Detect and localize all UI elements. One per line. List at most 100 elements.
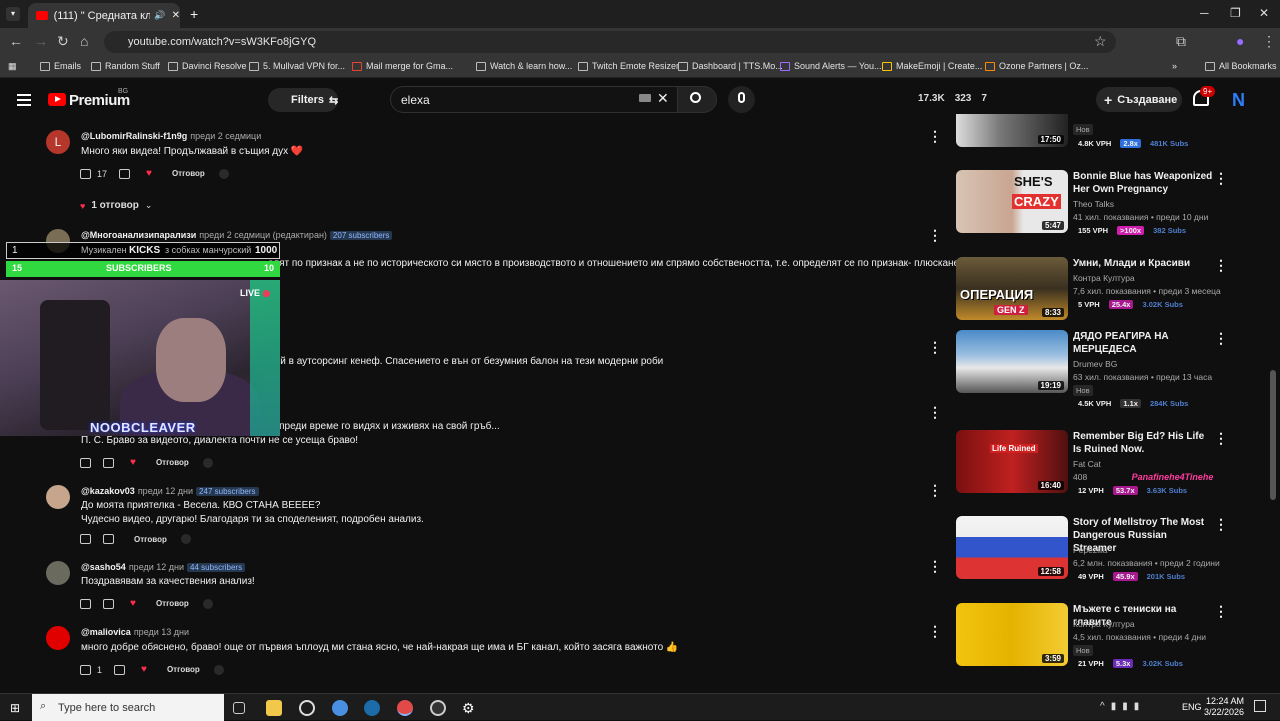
- reload-icon[interactable]: ↻: [57, 33, 69, 50]
- comment-author[interactable]: @LubomirRalinski-f1n9g преди 2 седмици: [81, 131, 261, 141]
- video-menu-icon[interactable]: ⋮: [1214, 257, 1228, 274]
- more-circle-icon[interactable]: [213, 664, 224, 675]
- bookmark-item[interactable]: Emails: [40, 61, 81, 71]
- bookmark-item[interactable]: Ozone Partners | Oz...: [985, 61, 1088, 71]
- video-thumbnail[interactable]: 17:50: [956, 114, 1068, 147]
- minimize-button[interactable]: ─: [1200, 6, 1209, 20]
- reply-button[interactable]: Отговор: [156, 599, 189, 608]
- voice-search-button[interactable]: [728, 86, 755, 113]
- video-title[interactable]: Remember Big Ed? His Life Is Ruined Now.: [1073, 430, 1213, 456]
- video-thumbnail[interactable]: 19:19: [956, 330, 1068, 393]
- related-video[interactable]: 17:50 Нов 4.8K VPH 2.8x 481K Subs: [956, 114, 1256, 154]
- bookmark-item[interactable]: Random Stuff: [91, 61, 160, 71]
- video-menu-icon[interactable]: ⋮: [1214, 430, 1228, 447]
- like-icon[interactable]: [80, 598, 91, 609]
- comment-menu-icon[interactable]: ⋮: [928, 623, 942, 640]
- tab-close-icon[interactable]: ✕: [172, 10, 180, 21]
- reply-button[interactable]: Отговор: [167, 665, 200, 674]
- related-video[interactable]: 3:59 Мъжете с тениски на главите Контра …: [956, 603, 1256, 668]
- video-title[interactable]: Умни, Млади и Красиви: [1073, 257, 1213, 270]
- bookmark-star-icon[interactable]: ☆: [1094, 33, 1107, 50]
- video-thumbnail[interactable]: SHE'S CRAZY 5:47: [956, 170, 1068, 233]
- bookmark-item[interactable]: Sound Alerts — You...: [780, 61, 882, 71]
- page-scrollbar[interactable]: [1270, 370, 1276, 500]
- language-indicator[interactable]: ENG: [1182, 702, 1202, 712]
- chrome-icon[interactable]: [332, 700, 348, 716]
- settings-gear-icon[interactable]: ⚙: [462, 700, 478, 716]
- like-icon[interactable]: [80, 457, 91, 468]
- heart-icon[interactable]: ♥: [141, 664, 147, 675]
- like-icon[interactable]: [80, 534, 91, 544]
- bookmark-item[interactable]: Watch & learn how...: [476, 61, 572, 71]
- dislike-icon[interactable]: [103, 598, 114, 609]
- back-arrow-icon[interactable]: ←: [9, 33, 23, 49]
- filters-button[interactable]: Filters ⇆: [268, 88, 338, 112]
- channel-name[interactable]: Контра Култура: [1073, 273, 1135, 283]
- avatar[interactable]: [46, 561, 70, 585]
- bookmark-item[interactable]: MakeEmoji | Create...: [882, 61, 982, 71]
- video-title[interactable]: ДЯДО РЕАГИРА НА МЕРЦЕДЕСА: [1073, 330, 1213, 356]
- bookmark-item[interactable]: Dashboard | TTS.Mo...: [678, 61, 783, 71]
- video-menu-icon[interactable]: ⋮: [1214, 516, 1228, 533]
- channel-name[interactable]: Theo Talks: [1073, 199, 1114, 209]
- more-circle-icon[interactable]: [202, 598, 213, 609]
- comment-author[interactable]: @maliovica преди 13 дни: [81, 627, 189, 637]
- windows-start-icon[interactable]: ⊞: [10, 701, 20, 715]
- related-video[interactable]: SHE'S CRAZY 5:47 Bonnie Blue has Weaponi…: [956, 170, 1256, 235]
- restore-button[interactable]: ❐: [1230, 6, 1241, 20]
- menu-dots-icon[interactable]: ⋮: [1262, 33, 1276, 50]
- dislike-icon[interactable]: [103, 534, 114, 544]
- avatar[interactable]: [46, 626, 70, 650]
- avatar[interactable]: L: [46, 130, 70, 154]
- channel-name[interactable]: Drumev BG: [1073, 359, 1117, 369]
- keyboard-icon[interactable]: [639, 94, 651, 102]
- dislike-icon[interactable]: [103, 457, 114, 468]
- dislike-icon[interactable]: [119, 168, 131, 179]
- avatar[interactable]: [46, 485, 70, 509]
- comment-menu-icon[interactable]: ⋮: [928, 404, 942, 421]
- chrome-active-icon[interactable]: [397, 700, 413, 716]
- apps-grid-icon[interactable]: ▦: [8, 61, 17, 72]
- video-menu-icon[interactable]: ⋮: [1214, 603, 1228, 620]
- search-button[interactable]: [677, 86, 717, 113]
- channel-name[interactable]: Fat Cat: [1073, 459, 1101, 469]
- comment-author[interactable]: @kazakov03 преди 12 дни 247 subscribers: [81, 486, 259, 496]
- account-avatar[interactable]: N: [1232, 90, 1245, 111]
- video-title[interactable]: Bonnie Blue has Weaponized Her Own Pregn…: [1073, 170, 1213, 196]
- related-video[interactable]: Life Ruined 16:40 Remember Big Ed? His L…: [956, 430, 1256, 495]
- view-replies-button[interactable]: ♥ 1 отговор ⌄: [80, 200, 152, 211]
- video-thumbnail[interactable]: ОПЕРАЦИЯ GEN Z 8:33: [956, 257, 1068, 320]
- video-thumbnail[interactable]: 12:58: [956, 516, 1068, 579]
- bookmark-item[interactable]: Mail merge for Gma...: [352, 61, 453, 71]
- search-input[interactable]: elexa ✕: [390, 86, 678, 113]
- home-icon[interactable]: ⌂: [80, 33, 88, 49]
- comment-menu-icon[interactable]: ⋮: [928, 227, 942, 244]
- comment-menu-icon[interactable]: ⋮: [928, 482, 942, 499]
- address-bar[interactable]: youtube.com/watch?v=sW3KFo8jGYQ: [104, 31, 1116, 53]
- heart-icon[interactable]: ♥: [130, 598, 136, 609]
- task-view-icon[interactable]: [233, 702, 245, 714]
- taskbar-search-input[interactable]: ⌕ Type here to search: [32, 694, 224, 721]
- more-bookmarks-icon[interactable]: »: [1172, 61, 1177, 71]
- channel-name[interactable]: Pepezilla: [1073, 545, 1108, 555]
- system-clock[interactable]: 12:24 AM 3/22/2026: [1204, 696, 1244, 718]
- clear-search-icon[interactable]: ✕: [657, 90, 669, 107]
- comment-author[interactable]: @sasho54 преди 12 дни 44 subscribers: [81, 562, 246, 572]
- heart-icon[interactable]: ♥: [130, 457, 136, 468]
- video-thumbnail[interactable]: 3:59: [956, 603, 1068, 666]
- create-button[interactable]: + Създаване: [1096, 87, 1182, 112]
- channel-name[interactable]: Контра Култура: [1073, 619, 1135, 629]
- bookmark-item[interactable]: Twitch Emote Resizer: [578, 61, 679, 71]
- browser-tab-active[interactable]: (111) " Средната класа" в Б 🔊 ✕: [28, 3, 180, 28]
- more-circle-icon[interactable]: [218, 168, 229, 179]
- comment-author[interactable]: @Многоанализипарализи преди 2 седмици (ре…: [81, 230, 393, 240]
- tab-search-icon[interactable]: ▾: [6, 7, 20, 21]
- profile-icon[interactable]: ●: [1236, 33, 1244, 49]
- like-icon[interactable]: [80, 664, 91, 675]
- comment-menu-icon[interactable]: ⋮: [928, 128, 942, 145]
- reply-button[interactable]: Отговор: [172, 169, 205, 178]
- file-explorer-icon[interactable]: [266, 700, 282, 716]
- more-circle-icon[interactable]: [202, 457, 213, 468]
- obs-icon[interactable]: [430, 700, 446, 716]
- bookmark-item[interactable]: Davinci Resolve: [168, 61, 247, 71]
